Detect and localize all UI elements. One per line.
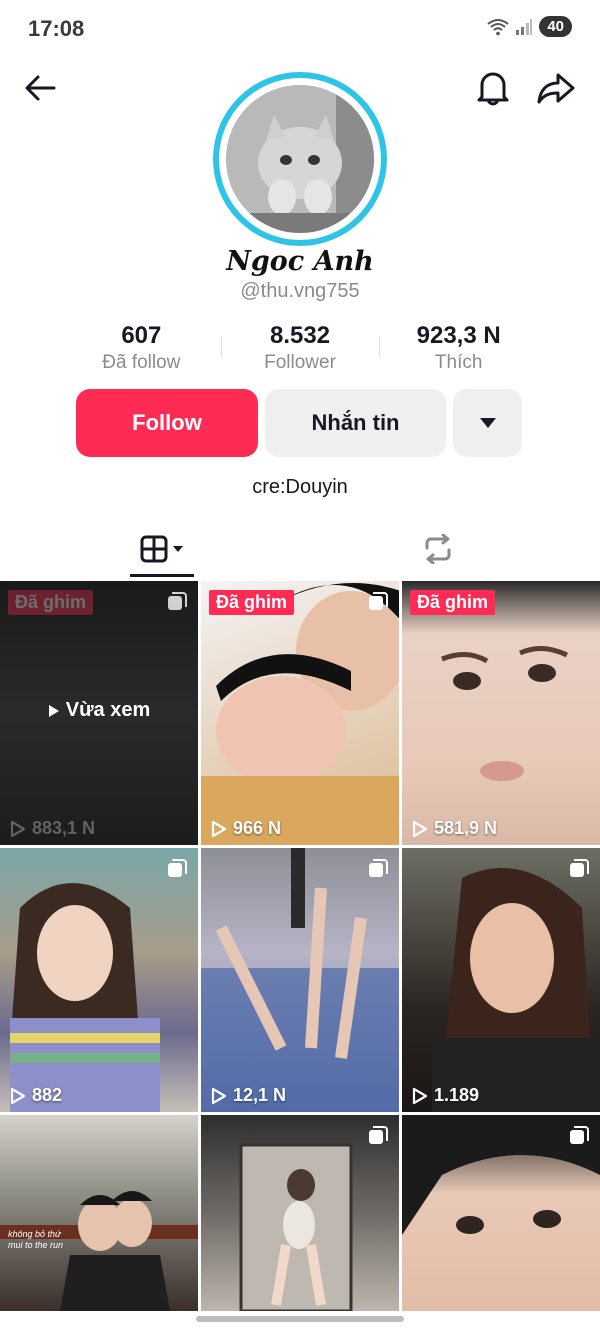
followers-label: Follower (264, 352, 336, 373)
pinned-badge: Đã ghim (8, 590, 94, 615)
view-count: 966 N (211, 818, 281, 839)
play-outline-icon (10, 1087, 26, 1104)
username-handle: @thu.vng755 (240, 280, 360, 302)
stat-following[interactable]: 607 Đã follow (62, 322, 221, 378)
signal-icon (516, 18, 533, 35)
grid-icon (140, 535, 168, 563)
video-thumbnail (441, 646, 569, 781)
status-time: 17:08 (28, 16, 85, 41)
view-count: 581,9 N (412, 818, 497, 839)
stat-divider (379, 336, 381, 358)
back-button[interactable] (18, 66, 62, 110)
video-thumbnail (201, 583, 399, 845)
share-button[interactable] (534, 66, 578, 110)
following-label: Đã follow (102, 352, 181, 373)
status-icons: 40 (487, 16, 572, 37)
tab-reposts[interactable] (406, 520, 470, 578)
following-count: 607 (121, 322, 162, 349)
caret-down-icon (173, 546, 183, 552)
video-tile[interactable] (201, 1115, 399, 1311)
notification-button[interactable] (471, 66, 515, 110)
view-count-text: 966 N (233, 818, 282, 838)
video-caption: không bỏ thứ mui to the run (8, 1229, 64, 1250)
display-name: Ngoc Anh (226, 246, 374, 277)
view-count-text: 1.189 (434, 1085, 480, 1105)
video-tile[interactable]: Đã ghim Vừa xem 883,1 N (0, 581, 198, 845)
repost-icon (425, 534, 451, 564)
likes-count: 923,3 N (416, 322, 501, 349)
video-thumbnail (10, 883, 160, 1112)
message-button[interactable]: Nhắn tin (265, 389, 446, 457)
video-grid: Đã ghim Vừa xem 883,1 N Đã ghim 966 N Đã… (0, 581, 600, 1311)
multi-photo-icon (168, 859, 187, 877)
video-tile[interactable]: Đã ghim 581,9 N (402, 581, 600, 845)
video-thumbnail (201, 848, 399, 1112)
home-indicator[interactable] (196, 1316, 404, 1322)
multi-photo-icon (570, 859, 589, 877)
play-icon (48, 704, 59, 717)
content-tabs (0, 520, 600, 580)
stat-followers[interactable]: 8.532 Follower (220, 322, 380, 378)
video-tile[interactable] (402, 1115, 600, 1311)
multi-photo-icon (168, 592, 187, 610)
play-outline-icon (211, 820, 227, 837)
video-tile[interactable]: 12,1 N (201, 848, 399, 1112)
status-bar: 17:08 40 (0, 0, 600, 58)
avatar-story-ring[interactable] (213, 72, 387, 246)
bio-text: cre:Douyin (252, 476, 348, 498)
video-thumbnail (0, 1191, 198, 1311)
play-outline-icon (412, 820, 428, 837)
view-count: 882 (10, 1085, 62, 1106)
play-outline-icon (211, 1087, 227, 1104)
video-tile[interactable]: 1.189 (402, 848, 600, 1112)
wifi-icon (487, 18, 509, 35)
view-count-text: 883,1 N (32, 818, 96, 838)
video-tile[interactable]: không bỏ thứ mui to the run (0, 1115, 198, 1311)
share-arrow-icon (537, 73, 575, 104)
recently-watched-overlay: Vừa xem (0, 699, 198, 722)
view-count: 12,1 N (211, 1085, 286, 1106)
play-outline-icon (10, 820, 26, 837)
video-thumbnail (432, 868, 600, 1112)
arrow-left-icon (25, 75, 56, 101)
likes-label: Thích (434, 352, 483, 373)
view-count-text: 581,9 N (434, 818, 498, 838)
active-tab-indicator (130, 574, 194, 577)
multi-photo-icon (369, 859, 388, 877)
view-count-text: 12,1 N (233, 1085, 287, 1105)
stat-likes[interactable]: 923,3 N Thích (379, 322, 538, 378)
view-count-text: 882 (32, 1085, 63, 1105)
view-count: 1.189 (412, 1085, 479, 1106)
video-tile[interactable]: 882 (0, 848, 198, 1112)
follow-button[interactable]: Follow (76, 389, 258, 457)
video-tile[interactable]: Đã ghim 966 N (201, 581, 399, 845)
tab-videos[interactable] (130, 520, 194, 578)
avatar-cat-photo (226, 85, 374, 233)
play-outline-icon (412, 1087, 428, 1104)
multi-photo-icon (570, 1126, 589, 1144)
suggested-accounts-button[interactable] (453, 389, 522, 457)
bell-icon (477, 72, 509, 106)
pinned-badge: Đã ghim (209, 590, 295, 615)
followers-count: 8.532 (269, 322, 331, 349)
multi-photo-icon (369, 1126, 388, 1144)
multi-photo-icon (369, 592, 388, 610)
profile-stats: 607 Đã follow 8.532 Follower 923,3 N Thí… (62, 322, 538, 378)
caret-down-icon (479, 418, 496, 428)
avatar (226, 85, 374, 233)
stat-divider (220, 336, 222, 358)
recently-watched-label: Vừa xem (65, 699, 151, 721)
battery-indicator: 40 (539, 16, 572, 37)
pinned-badge: Đã ghim (410, 590, 496, 615)
view-count: 883,1 N (10, 818, 95, 839)
